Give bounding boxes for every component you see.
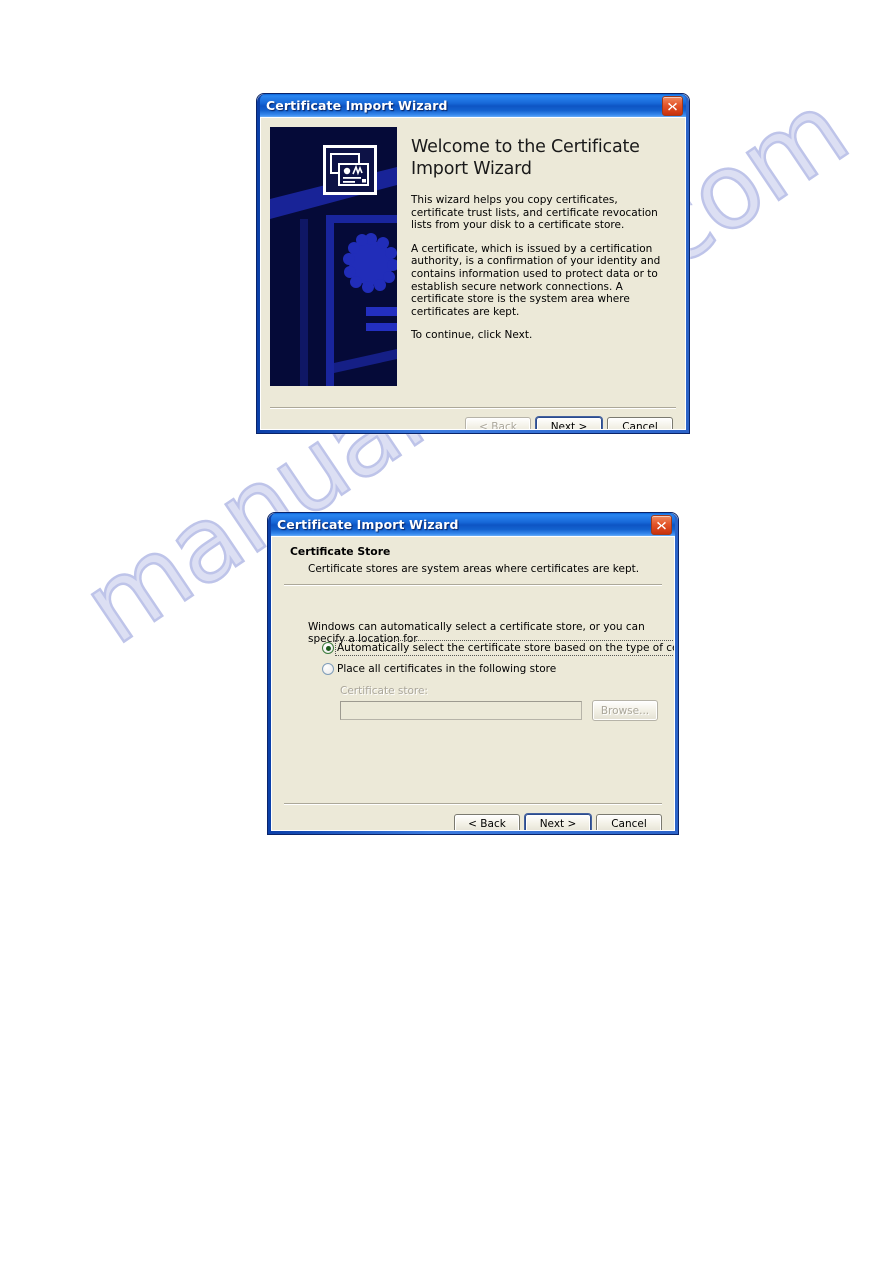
browse-button[interactable]: Browse... [592,700,658,721]
wizard-button-row: < Back Next > Cancel [465,417,673,430]
back-button[interactable]: < Back [454,814,520,830]
cancel-button-label: Cancel [611,818,647,830]
radio-automatically-select-store-label: Automatically select the certificate sto… [334,640,674,656]
page-title: Certificate Store [290,545,391,558]
back-button[interactable]: < Back [465,417,531,430]
wizard-banner-image [270,127,397,386]
title-bar[interactable]: Certificate Import Wizard [271,513,675,536]
certificate-store-label: Certificate store: [340,685,428,697]
dialog-body: Welcome to the Certificate Import Wizard… [260,117,686,430]
close-icon[interactable] [662,96,683,116]
next-button-label: Next > [550,421,588,430]
certificate-import-wizard-welcome-dialog: Certificate Import Wizard Welcome to the… [256,93,690,434]
welcome-text-block: Welcome to the Certificate Import Wizard… [411,136,673,342]
footer-divider [284,803,662,805]
welcome-page: Welcome to the Certificate Import Wizard… [261,118,685,429]
cancel-button-label: Cancel [622,421,658,430]
welcome-paragraph-2: A certificate, which is issued by a cert… [411,242,661,318]
certificate-store-input[interactable] [340,701,582,720]
browse-button-label: Browse... [600,704,650,717]
welcome-heading: Welcome to the Certificate Import Wizard [411,137,640,179]
next-button-label: Next > [539,818,577,830]
window-frame: Certificate Import Wizard Certificate St… [268,513,678,834]
window-title: Certificate Import Wizard [277,517,459,532]
page-subtitle: Certificate stores are system areas wher… [308,563,640,575]
certificate-icon-inner [326,148,374,192]
radio-button-icon [322,642,334,654]
page-header: Certificate Store Certificate stores are… [272,537,674,584]
header-divider [284,584,662,586]
dialog-body: Certificate Store Certificate stores are… [271,536,675,831]
cancel-button[interactable]: Cancel [607,417,673,430]
footer-divider [270,407,676,409]
close-icon[interactable] [651,515,672,535]
wizard-button-row: < Back Next > Cancel [454,814,662,830]
certificate-icon [323,145,377,195]
radio-place-all-in-store-label: Place all certificates in the following … [337,663,557,675]
certificate-import-wizard-store-dialog: Certificate Import Wizard Certificate St… [267,512,679,835]
title-bar[interactable]: Certificate Import Wizard [260,94,686,117]
radio-place-all-in-store[interactable]: Place all certificates in the following … [322,663,556,675]
next-button[interactable]: Next > [536,417,602,430]
welcome-paragraph-3: To continue, click Next. [411,329,533,342]
welcome-paragraph-1: This wizard helps you copy certificates,… [411,194,658,232]
radio-button-icon [322,663,334,675]
radio-automatically-select-store[interactable]: Automatically select the certificate sto… [322,640,674,656]
next-button[interactable]: Next > [525,814,591,830]
back-button-label: < Back [479,421,517,430]
back-button-label: < Back [468,818,506,830]
cancel-button[interactable]: Cancel [596,814,662,830]
window-frame: Certificate Import Wizard Welcome to the… [257,94,689,433]
window-title: Certificate Import Wizard [266,98,448,113]
